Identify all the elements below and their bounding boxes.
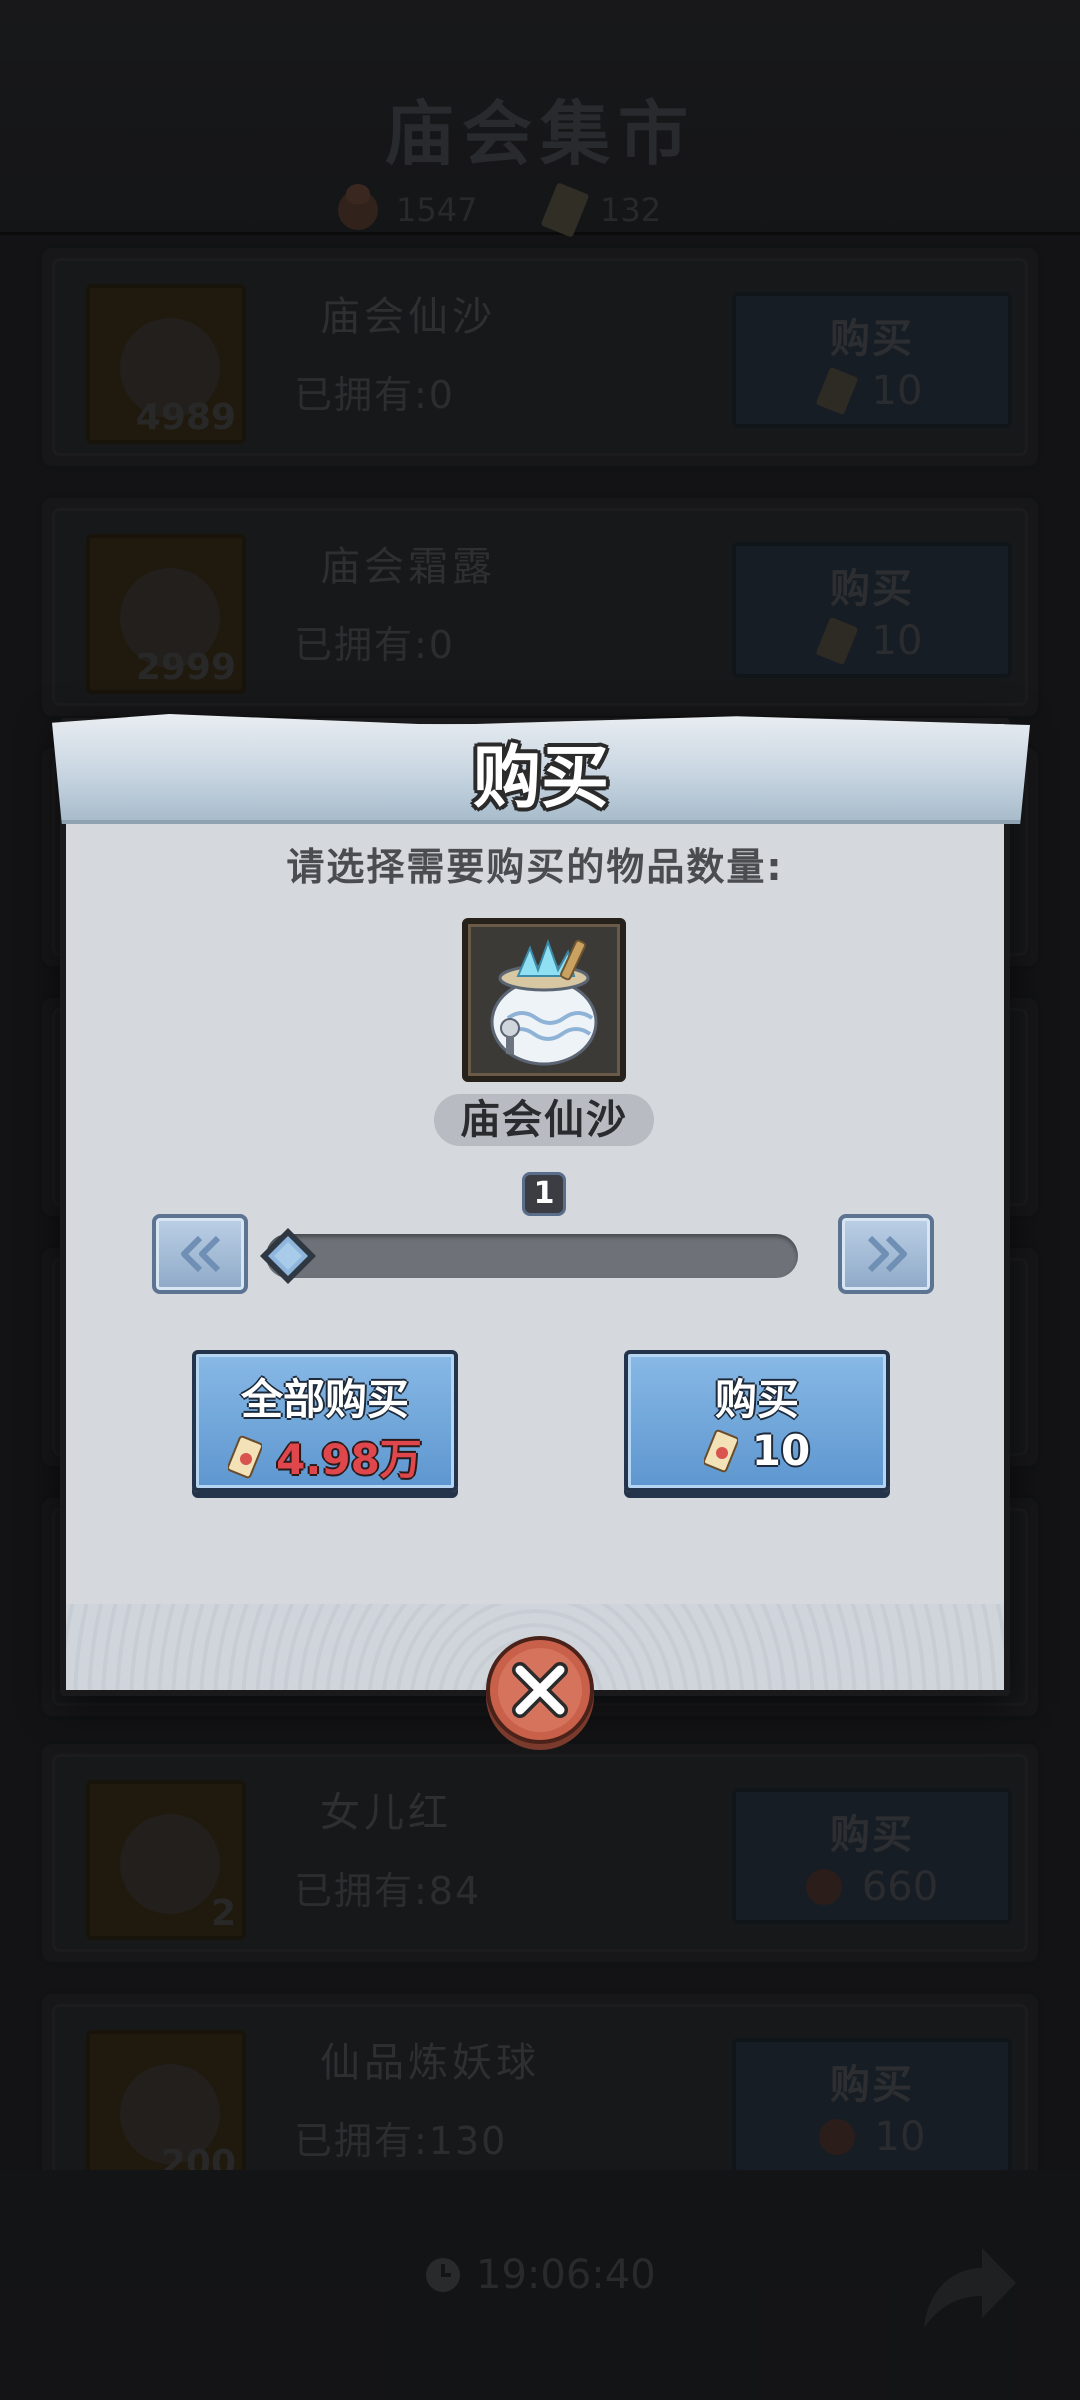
ticket-icon	[703, 1429, 738, 1472]
buy-label: 购买	[714, 1375, 799, 1424]
decrease-quantity-button[interactable]	[152, 1214, 248, 1294]
increase-quantity-button[interactable]	[838, 1214, 934, 1294]
quantity-slider-track[interactable]	[266, 1234, 798, 1278]
ticket-icon	[228, 1435, 263, 1478]
buy-button[interactable]: 购买 10	[624, 1350, 890, 1492]
item-name-pill: 庙会仙沙	[434, 1094, 654, 1146]
quantity-value: 1	[522, 1172, 566, 1216]
item-name-label: 庙会仙沙	[460, 1097, 628, 1143]
buy-price: 10	[751, 1426, 811, 1475]
dialog-title: 购买	[472, 738, 609, 818]
buy-all-button[interactable]: 全部购买 4.98万	[192, 1350, 458, 1492]
sand-jar-icon	[490, 939, 598, 1066]
buy-all-label: 全部购买	[240, 1375, 409, 1424]
close-button[interactable]	[482, 1634, 598, 1750]
quantity-prompt: 请选择需要购买的物品数量:	[286, 845, 784, 889]
buy-all-price: 4.98万	[276, 1435, 422, 1484]
dialog-header: 购买	[52, 714, 1030, 824]
double-right-arrow-icon	[867, 1235, 907, 1273]
double-left-arrow-icon	[181, 1235, 221, 1273]
quantity-slider-handle[interactable]	[256, 1224, 320, 1288]
purchase-dialog: 购买 请选择需要购买的物品数量: 庙会仙沙 1 全部购买 4.98万 购买 10	[52, 714, 1030, 1696]
item-icon-frame	[462, 918, 626, 1082]
